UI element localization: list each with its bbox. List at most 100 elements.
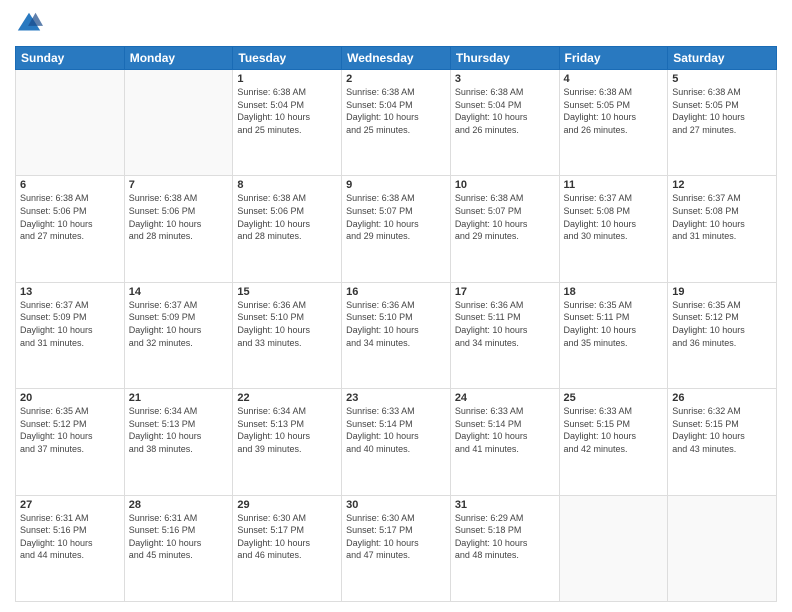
day-number: 8 [237, 179, 337, 191]
day-number: 1 [237, 73, 337, 85]
calendar-cell: 27Sunrise: 6:31 AM Sunset: 5:16 PM Dayli… [16, 495, 125, 601]
day-detail: Sunrise: 6:32 AM Sunset: 5:15 PM Dayligh… [672, 405, 772, 455]
page: SundayMondayTuesdayWednesdayThursdayFrid… [0, 0, 792, 612]
calendar-week-row: 13Sunrise: 6:37 AM Sunset: 5:09 PM Dayli… [16, 282, 777, 388]
day-detail: Sunrise: 6:34 AM Sunset: 5:13 PM Dayligh… [237, 405, 337, 455]
day-detail: Sunrise: 6:38 AM Sunset: 5:07 PM Dayligh… [346, 192, 446, 242]
calendar-week-row: 27Sunrise: 6:31 AM Sunset: 5:16 PM Dayli… [16, 495, 777, 601]
calendar-week-row: 6Sunrise: 6:38 AM Sunset: 5:06 PM Daylig… [16, 176, 777, 282]
calendar-cell [124, 70, 233, 176]
calendar-cell: 5Sunrise: 6:38 AM Sunset: 5:05 PM Daylig… [668, 70, 777, 176]
day-detail: Sunrise: 6:35 AM Sunset: 5:11 PM Dayligh… [564, 299, 664, 349]
day-detail: Sunrise: 6:33 AM Sunset: 5:14 PM Dayligh… [455, 405, 555, 455]
day-detail: Sunrise: 6:38 AM Sunset: 5:07 PM Dayligh… [455, 192, 555, 242]
day-number: 22 [237, 392, 337, 404]
calendar-cell: 7Sunrise: 6:38 AM Sunset: 5:06 PM Daylig… [124, 176, 233, 282]
day-detail: Sunrise: 6:37 AM Sunset: 5:09 PM Dayligh… [20, 299, 120, 349]
calendar-cell: 30Sunrise: 6:30 AM Sunset: 5:17 PM Dayli… [342, 495, 451, 601]
day-number: 21 [129, 392, 229, 404]
day-detail: Sunrise: 6:38 AM Sunset: 5:06 PM Dayligh… [237, 192, 337, 242]
day-detail: Sunrise: 6:38 AM Sunset: 5:04 PM Dayligh… [346, 86, 446, 136]
calendar-cell: 16Sunrise: 6:36 AM Sunset: 5:10 PM Dayli… [342, 282, 451, 388]
day-detail: Sunrise: 6:36 AM Sunset: 5:10 PM Dayligh… [237, 299, 337, 349]
day-detail: Sunrise: 6:31 AM Sunset: 5:16 PM Dayligh… [129, 512, 229, 562]
calendar-cell: 15Sunrise: 6:36 AM Sunset: 5:10 PM Dayli… [233, 282, 342, 388]
day-number: 30 [346, 499, 446, 511]
calendar-cell: 3Sunrise: 6:38 AM Sunset: 5:04 PM Daylig… [450, 70, 559, 176]
calendar-cell: 9Sunrise: 6:38 AM Sunset: 5:07 PM Daylig… [342, 176, 451, 282]
calendar-cell: 6Sunrise: 6:38 AM Sunset: 5:06 PM Daylig… [16, 176, 125, 282]
day-number: 27 [20, 499, 120, 511]
day-detail: Sunrise: 6:37 AM Sunset: 5:08 PM Dayligh… [672, 192, 772, 242]
logo [15, 10, 47, 38]
day-detail: Sunrise: 6:38 AM Sunset: 5:06 PM Dayligh… [20, 192, 120, 242]
day-number: 12 [672, 179, 772, 191]
day-number: 17 [455, 286, 555, 298]
day-number: 2 [346, 73, 446, 85]
calendar-cell [559, 495, 668, 601]
day-number: 16 [346, 286, 446, 298]
day-number: 5 [672, 73, 772, 85]
weekday-row: SundayMondayTuesdayWednesdayThursdayFrid… [16, 47, 777, 70]
weekday-header: Sunday [16, 47, 125, 70]
day-detail: Sunrise: 6:37 AM Sunset: 5:08 PM Dayligh… [564, 192, 664, 242]
day-detail: Sunrise: 6:38 AM Sunset: 5:06 PM Dayligh… [129, 192, 229, 242]
day-number: 26 [672, 392, 772, 404]
calendar-week-row: 20Sunrise: 6:35 AM Sunset: 5:12 PM Dayli… [16, 389, 777, 495]
calendar-cell: 26Sunrise: 6:32 AM Sunset: 5:15 PM Dayli… [668, 389, 777, 495]
calendar-cell: 24Sunrise: 6:33 AM Sunset: 5:14 PM Dayli… [450, 389, 559, 495]
calendar-cell: 1Sunrise: 6:38 AM Sunset: 5:04 PM Daylig… [233, 70, 342, 176]
day-number: 4 [564, 73, 664, 85]
calendar-cell: 14Sunrise: 6:37 AM Sunset: 5:09 PM Dayli… [124, 282, 233, 388]
day-number: 11 [564, 179, 664, 191]
calendar-cell: 12Sunrise: 6:37 AM Sunset: 5:08 PM Dayli… [668, 176, 777, 282]
day-detail: Sunrise: 6:35 AM Sunset: 5:12 PM Dayligh… [672, 299, 772, 349]
calendar-cell [668, 495, 777, 601]
day-detail: Sunrise: 6:38 AM Sunset: 5:05 PM Dayligh… [672, 86, 772, 136]
header [15, 10, 777, 38]
day-detail: Sunrise: 6:38 AM Sunset: 5:04 PM Dayligh… [455, 86, 555, 136]
day-number: 14 [129, 286, 229, 298]
day-number: 29 [237, 499, 337, 511]
day-detail: Sunrise: 6:38 AM Sunset: 5:04 PM Dayligh… [237, 86, 337, 136]
day-number: 15 [237, 286, 337, 298]
calendar-cell: 25Sunrise: 6:33 AM Sunset: 5:15 PM Dayli… [559, 389, 668, 495]
day-number: 18 [564, 286, 664, 298]
calendar-cell: 2Sunrise: 6:38 AM Sunset: 5:04 PM Daylig… [342, 70, 451, 176]
day-number: 9 [346, 179, 446, 191]
day-number: 23 [346, 392, 446, 404]
weekday-header: Thursday [450, 47, 559, 70]
day-detail: Sunrise: 6:30 AM Sunset: 5:17 PM Dayligh… [237, 512, 337, 562]
day-number: 31 [455, 499, 555, 511]
calendar-cell [16, 70, 125, 176]
calendar-cell: 8Sunrise: 6:38 AM Sunset: 5:06 PM Daylig… [233, 176, 342, 282]
day-detail: Sunrise: 6:29 AM Sunset: 5:18 PM Dayligh… [455, 512, 555, 562]
logo-icon [15, 10, 43, 38]
day-detail: Sunrise: 6:33 AM Sunset: 5:15 PM Dayligh… [564, 405, 664, 455]
day-number: 19 [672, 286, 772, 298]
calendar-cell: 17Sunrise: 6:36 AM Sunset: 5:11 PM Dayli… [450, 282, 559, 388]
weekday-header: Saturday [668, 47, 777, 70]
day-number: 10 [455, 179, 555, 191]
calendar-cell: 21Sunrise: 6:34 AM Sunset: 5:13 PM Dayli… [124, 389, 233, 495]
day-number: 3 [455, 73, 555, 85]
day-number: 28 [129, 499, 229, 511]
day-detail: Sunrise: 6:38 AM Sunset: 5:05 PM Dayligh… [564, 86, 664, 136]
day-detail: Sunrise: 6:36 AM Sunset: 5:11 PM Dayligh… [455, 299, 555, 349]
day-number: 7 [129, 179, 229, 191]
calendar-cell: 18Sunrise: 6:35 AM Sunset: 5:11 PM Dayli… [559, 282, 668, 388]
calendar-cell: 31Sunrise: 6:29 AM Sunset: 5:18 PM Dayli… [450, 495, 559, 601]
weekday-header: Wednesday [342, 47, 451, 70]
day-detail: Sunrise: 6:33 AM Sunset: 5:14 PM Dayligh… [346, 405, 446, 455]
calendar-cell: 22Sunrise: 6:34 AM Sunset: 5:13 PM Dayli… [233, 389, 342, 495]
day-detail: Sunrise: 6:37 AM Sunset: 5:09 PM Dayligh… [129, 299, 229, 349]
day-number: 24 [455, 392, 555, 404]
calendar-cell: 4Sunrise: 6:38 AM Sunset: 5:05 PM Daylig… [559, 70, 668, 176]
calendar-header: SundayMondayTuesdayWednesdayThursdayFrid… [16, 47, 777, 70]
day-number: 20 [20, 392, 120, 404]
day-detail: Sunrise: 6:36 AM Sunset: 5:10 PM Dayligh… [346, 299, 446, 349]
day-detail: Sunrise: 6:31 AM Sunset: 5:16 PM Dayligh… [20, 512, 120, 562]
day-number: 6 [20, 179, 120, 191]
weekday-header: Monday [124, 47, 233, 70]
calendar-cell: 20Sunrise: 6:35 AM Sunset: 5:12 PM Dayli… [16, 389, 125, 495]
